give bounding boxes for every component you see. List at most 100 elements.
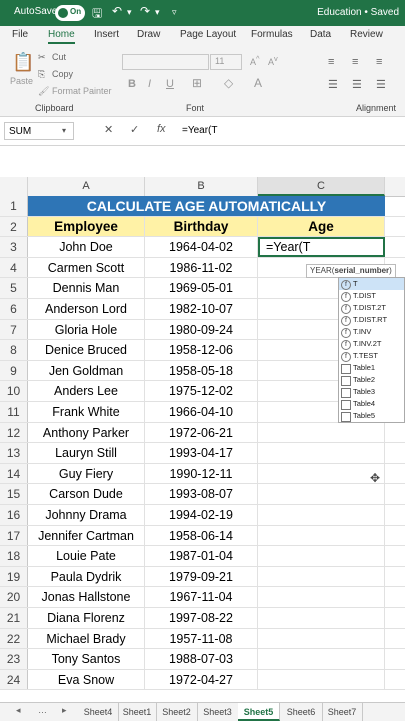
font-size-dropdown[interactable]: 11 (210, 54, 242, 70)
birthday-cell[interactable]: 1972-06-21 (145, 422, 258, 443)
birthday-cell[interactable]: 1958-12-06 (145, 340, 258, 360)
align-middle-icon[interactable]: ≡ (352, 56, 358, 68)
column-header-a[interactable]: A (28, 177, 145, 196)
age-cell[interactable] (258, 484, 385, 504)
align-right-icon[interactable]: ☰ (376, 78, 386, 91)
formula-input[interactable]: =Year(T (182, 125, 217, 136)
employee-cell[interactable]: Dennis Man (28, 278, 145, 298)
name-box-dropdown-icon[interactable]: ▾ (62, 126, 66, 135)
undo-dropdown-icon[interactable]: ▾ (127, 7, 132, 18)
tab-draw[interactable]: Draw (137, 29, 160, 40)
birthday-cell[interactable]: 1993-04-17 (145, 443, 258, 463)
prev-sheet-icon[interactable]: ◂ (16, 705, 21, 716)
employee-cell[interactable]: Johnny Drama (28, 505, 145, 525)
row-header[interactable]: 15 (0, 484, 28, 504)
autocomplete-table-item[interactable]: Table2 (339, 374, 404, 386)
paste-button[interactable]: Paste (10, 76, 33, 86)
row-header[interactable]: 11 (0, 402, 28, 422)
sheet-tab[interactable]: Sheet5 (238, 703, 280, 721)
age-cell[interactable] (258, 443, 385, 463)
row-header[interactable]: 6 (0, 299, 28, 319)
birthday-cell[interactable]: 1980-09-24 (145, 319, 258, 340)
tab-formulas[interactable]: Formulas (251, 29, 293, 40)
employee-cell[interactable]: Paula Dydrik (28, 566, 145, 587)
birthday-cell[interactable]: 1987-01-04 (145, 546, 258, 566)
align-center-icon[interactable]: ☰ (352, 78, 362, 91)
header-age[interactable]: Age (258, 216, 385, 237)
align-top-icon[interactable]: ≡ (328, 56, 334, 68)
column-header-c[interactable]: C (258, 177, 385, 196)
age-cell[interactable] (258, 669, 385, 690)
redo-icon[interactable]: ↷ (140, 4, 150, 18)
employee-cell[interactable]: Lauryn Still (28, 443, 145, 463)
employee-cell[interactable]: Gloria Hole (28, 319, 145, 340)
select-all-corner[interactable] (0, 177, 28, 196)
birthday-cell[interactable]: 1997-08-22 (145, 608, 258, 628)
autocomplete-function-item[interactable]: f T.DIST (339, 290, 404, 302)
birthday-cell[interactable]: 1990-12-11 (145, 463, 258, 484)
row-header[interactable]: 7 (0, 319, 28, 340)
italic-button[interactable]: I (148, 78, 151, 90)
tab-data[interactable]: Data (310, 29, 331, 40)
autocomplete-function-item[interactable]: f T.DIST.2T (339, 302, 404, 314)
employee-cell[interactable]: Denice Bruced (28, 340, 145, 360)
employee-cell[interactable]: Carson Dude (28, 484, 145, 504)
birthday-cell[interactable]: 1994-02-19 (145, 505, 258, 525)
header-birthday[interactable]: Birthday (145, 216, 258, 237)
birthday-cell[interactable]: 1964-04-02 (145, 237, 258, 257)
enter-icon[interactable]: ✓ (130, 123, 139, 136)
autocomplete-function-item[interactable]: f T.INV.2T (339, 338, 404, 350)
row-header[interactable]: 4 (0, 257, 28, 278)
row-header[interactable]: 3 (0, 237, 28, 257)
sheet-tab[interactable]: Sheet3 (197, 703, 239, 721)
birthday-cell[interactable]: 1957-11-08 (145, 628, 258, 649)
age-cell[interactable] (258, 463, 385, 484)
row-header[interactable]: 10 (0, 381, 28, 401)
employee-cell[interactable]: Anders Lee (28, 381, 145, 401)
ellipsis-icon[interactable]: … (38, 705, 47, 715)
autocomplete-table-item[interactable]: Table3 (339, 386, 404, 398)
cancel-icon[interactable]: ✕ (104, 123, 113, 136)
autocomplete-function-item[interactable]: f T.DIST.RT (339, 314, 404, 326)
row-header[interactable]: 20 (0, 587, 28, 607)
employee-cell[interactable]: Anderson Lord (28, 299, 145, 319)
row-header[interactable]: 22 (0, 628, 28, 649)
row-header[interactable]: 5 (0, 278, 28, 298)
birthday-cell[interactable]: 1988-07-03 (145, 649, 258, 669)
row-header[interactable]: 2 (0, 216, 28, 237)
align-left-icon[interactable]: ☰ (328, 78, 338, 91)
age-cell[interactable] (258, 525, 385, 546)
row-header[interactable]: 9 (0, 360, 28, 381)
insert-function-icon[interactable]: fx (157, 123, 166, 135)
font-name-dropdown[interactable] (122, 54, 209, 70)
row-header[interactable]: 14 (0, 463, 28, 484)
birthday-cell[interactable]: 1967-11-04 (145, 587, 258, 607)
bold-button[interactable]: B (128, 78, 136, 90)
birthday-cell[interactable]: 1979-09-21 (145, 566, 258, 587)
sheet-tab[interactable]: Sheet6 (280, 703, 323, 721)
align-bottom-icon[interactable]: ≡ (376, 56, 382, 68)
employee-cell[interactable]: Jen Goldman (28, 360, 145, 381)
row-header[interactable]: 16 (0, 505, 28, 525)
birthday-cell[interactable]: 1972-04-27 (145, 669, 258, 690)
save-icon[interactable]: 🖫 (92, 4, 102, 25)
employee-cell[interactable]: Carmen Scott (28, 257, 145, 278)
age-cell[interactable] (258, 649, 385, 669)
autocomplete-table-item[interactable]: Table1 (339, 362, 404, 374)
row-header[interactable]: 17 (0, 525, 28, 546)
autocomplete-table-item[interactable]: Table4 (339, 398, 404, 410)
birthday-cell[interactable]: 1982-10-07 (145, 299, 258, 319)
active-cell[interactable]: =Year(T (258, 237, 385, 257)
sheet-tab[interactable]: Sheet4 (78, 703, 119, 721)
row-header[interactable]: 19 (0, 566, 28, 587)
grow-font-icon[interactable]: A^ (250, 54, 260, 67)
age-cell[interactable] (258, 422, 385, 443)
tab-insert[interactable]: Insert (94, 29, 119, 40)
employee-cell[interactable]: John Doe (28, 237, 145, 257)
tab-home[interactable]: Home (48, 29, 75, 44)
autosave-toggle[interactable]: On (55, 5, 85, 21)
employee-cell[interactable]: Jennifer Cartman (28, 525, 145, 546)
employee-cell[interactable]: Michael Brady (28, 628, 145, 649)
more-sheets-icon[interactable]: ▸ (62, 705, 67, 716)
birthday-cell[interactable]: 1969-05-01 (145, 278, 258, 298)
